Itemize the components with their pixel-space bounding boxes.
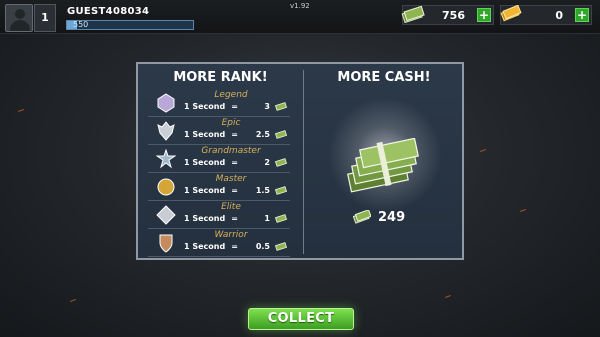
cash-icon xyxy=(275,102,287,111)
panel-divider xyxy=(303,70,304,254)
master-rank-icon xyxy=(157,178,175,196)
rank-value: 1.5 xyxy=(255,186,270,195)
reward-amount: 249 xyxy=(378,210,406,225)
rank-per-label: 1 Second xyxy=(184,158,226,167)
ember-spark xyxy=(445,295,451,298)
rank-per-label: 1 Second xyxy=(184,130,226,139)
rank-per-label: 1 Second xyxy=(184,186,226,195)
cash-icon xyxy=(275,242,287,251)
rank-equals: = xyxy=(231,158,238,167)
rank-name: Elite xyxy=(221,202,241,212)
add-gold-button[interactable]: + xyxy=(575,8,589,22)
add-cash-button[interactable]: + xyxy=(477,8,491,22)
reward-cash-icon xyxy=(353,210,371,224)
xp-bar: 550 xyxy=(66,20,194,30)
rank-name: Warrior xyxy=(214,230,248,240)
rank-name: Grandmaster xyxy=(201,146,261,156)
rank-row: Warrior 1 Second = 0.5 xyxy=(148,230,290,257)
rank-equals: = xyxy=(231,186,238,195)
rank-value: 2 xyxy=(264,158,270,167)
cash-counter: 756 + xyxy=(401,5,494,25)
rank-name: Epic xyxy=(221,118,241,128)
gold-bar-icon xyxy=(500,5,522,22)
rank-rate: 1 Second = xyxy=(184,242,238,251)
epic-rank-icon xyxy=(157,121,175,141)
collect-button[interactable]: COLLECT xyxy=(248,308,354,330)
rank-row: Legend 1 Second = 3 xyxy=(148,90,290,117)
player-level: 1 xyxy=(34,4,56,32)
cash-icon xyxy=(275,130,287,139)
rank-value: 0.5 xyxy=(255,242,270,251)
cash-icon xyxy=(275,186,287,195)
version-label: v1.92 xyxy=(290,2,310,10)
rank-equals: = xyxy=(231,242,238,251)
cash-icon xyxy=(275,214,287,223)
rank-rate: 1 Second = xyxy=(184,214,238,223)
elite-rank-icon xyxy=(156,205,176,225)
reward-panel: MORE RANK! MORE CASH! Legend 1 Second = 3 Ep… xyxy=(136,62,464,260)
gold-amount: 0 xyxy=(555,9,563,22)
cash-icon xyxy=(275,158,287,167)
xp-value: 550 xyxy=(73,20,89,29)
avatar[interactable] xyxy=(5,4,33,32)
rank-name: Master xyxy=(215,174,247,184)
money-stack-icon xyxy=(347,138,419,193)
ember-spark xyxy=(18,109,24,112)
rank-row: Epic 1 Second = 2.5 xyxy=(148,118,290,145)
rank-equals: = xyxy=(231,102,238,111)
rank-title: MORE RANK! xyxy=(173,70,268,85)
rank-name: Legend xyxy=(214,90,248,100)
rank-row: Master 1 Second = 1.5 xyxy=(148,174,290,201)
rank-value: 1 xyxy=(264,214,270,223)
player-name: GUEST408034 xyxy=(67,6,150,17)
rank-value: 3 xyxy=(264,102,270,111)
cash-icon xyxy=(401,5,425,23)
rank-row: Elite 1 Second = 1 xyxy=(148,202,290,229)
rank-equals: = xyxy=(231,130,238,139)
warrior-rank-icon xyxy=(159,234,173,253)
grandmaster-rank-icon xyxy=(156,149,176,169)
ember-spark xyxy=(70,299,76,302)
rank-value: 2.5 xyxy=(255,130,270,139)
rank-per-label: 1 Second xyxy=(184,242,226,251)
rank-rate: 1 Second = xyxy=(184,102,238,111)
rank-rate: 1 Second = xyxy=(184,158,238,167)
ember-spark xyxy=(520,209,526,212)
rank-per-label: 1 Second xyxy=(184,214,226,223)
rank-rate: 1 Second = xyxy=(184,186,238,195)
rank-rate: 1 Second = xyxy=(184,130,238,139)
rank-equals: = xyxy=(231,214,238,223)
legend-rank-icon xyxy=(157,93,175,113)
rank-per-label: 1 Second xyxy=(184,102,226,111)
rank-row: Grandmaster 1 Second = 2 xyxy=(148,146,290,173)
ember-spark xyxy=(480,149,486,152)
cash-title: MORE CASH! xyxy=(337,70,431,85)
cash-amount: 756 xyxy=(442,9,465,22)
gold-counter: 0 + xyxy=(500,5,592,25)
top-bar: 1 GUEST408034 550 v1.92 756 + 0 + xyxy=(0,0,600,34)
